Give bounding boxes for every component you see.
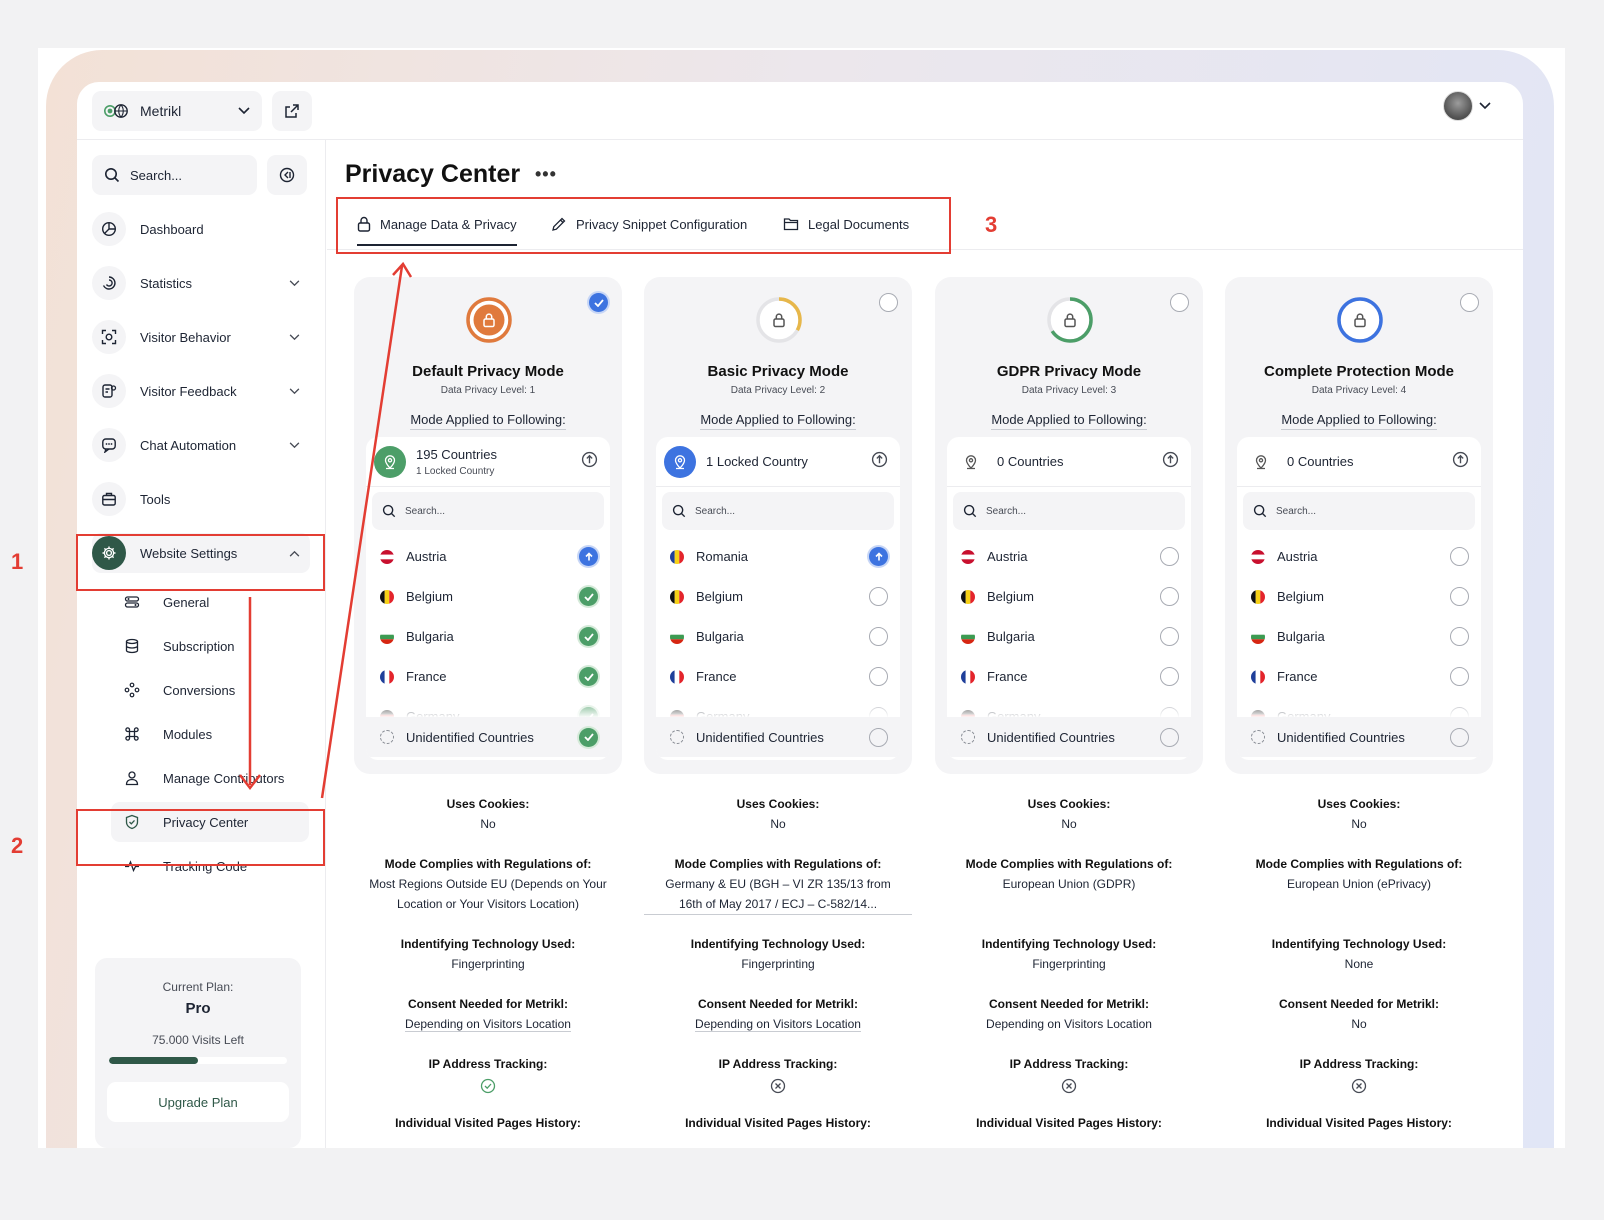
annotation-number-3: 3 (985, 212, 998, 237)
annotation-box-website-settings (76, 534, 325, 591)
annotation-arrows (239, 261, 413, 799)
page-bottom-backdrop (0, 1148, 1604, 1220)
annotation-box-privacy-center (76, 809, 325, 866)
annotation-box-tabs (336, 197, 951, 254)
annotation-number-2: 2 (11, 833, 24, 858)
annotation-number-1: 1 (11, 549, 24, 574)
